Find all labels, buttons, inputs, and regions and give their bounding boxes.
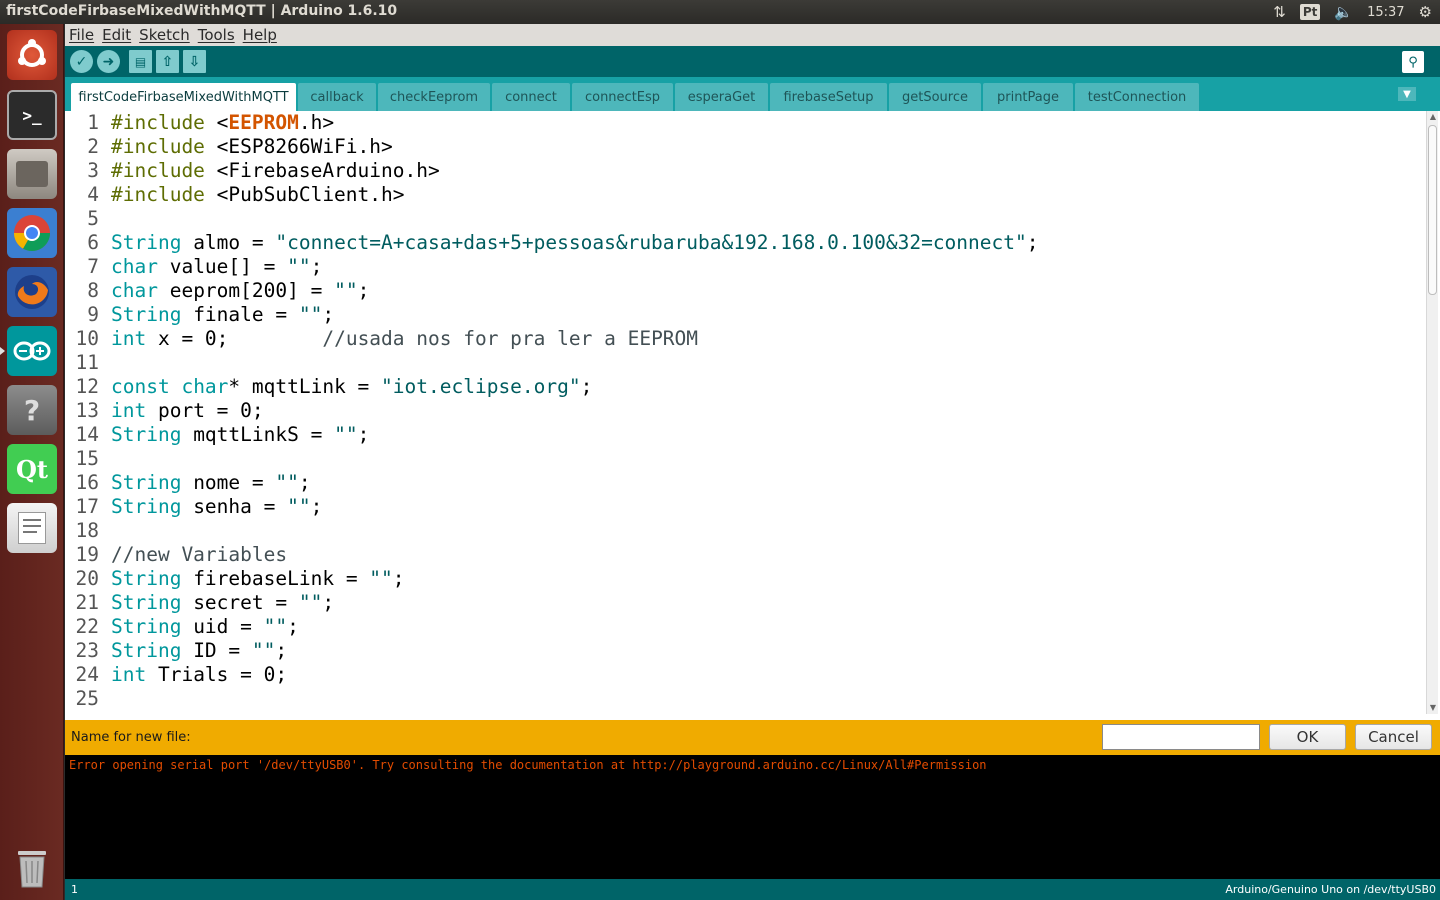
code-line: 17 String senha = ""; [75, 495, 323, 518]
menu-edit[interactable]: Edit [102, 26, 131, 44]
tab-checkEeprom[interactable]: checkEeprom [378, 83, 490, 111]
scroll-up-icon[interactable]: ▲ [1427, 111, 1439, 123]
tab-callback[interactable]: callback [298, 83, 376, 111]
arduino-icon[interactable] [7, 326, 57, 376]
code-line: 15 [75, 447, 99, 470]
code-line: 25 [75, 687, 99, 710]
menu-sketch[interactable]: Sketch [139, 26, 190, 44]
code-line: 10 int x = 0; //usada nos for pra ler a E… [75, 327, 699, 350]
scroll-down-icon[interactable]: ▼ [1427, 702, 1439, 714]
tab-menu-button[interactable]: ▼ [1398, 87, 1416, 101]
active-app-indicator [0, 347, 5, 355]
code-line: 23 String ID = ""; [75, 639, 288, 662]
system-top-bar: firstCodeFirbaseMixedWithMQTT | Arduino … [0, 0, 1440, 24]
upload-button[interactable]: ➜ [97, 50, 120, 73]
code-line: 9 String finale = ""; [87, 303, 335, 326]
new-file-label: Name for new file: [71, 730, 191, 745]
status-bar: 1 Arduino/Genuino Uno on /dev/ttyUSB0 [65, 879, 1440, 900]
menu-tools[interactable]: Tools [198, 26, 235, 44]
menu-help[interactable]: Help [243, 26, 277, 44]
open-sketch-button[interactable]: ⇧ [156, 50, 179, 73]
code-line: 7 char value[] = ""; [87, 255, 323, 278]
code-line: 21 String secret = ""; [75, 591, 335, 614]
code-line: 3 #include <FirebaseArduino.h> [87, 159, 440, 182]
tab-getSource[interactable]: getSource [889, 83, 981, 111]
terminal-icon[interactable]: >_ [7, 90, 57, 140]
tab-firstCodeFirbaseMixedWithMQTT[interactable]: firstCodeFirbaseMixedWithMQTT [71, 83, 296, 111]
settings-gear-icon[interactable]: ⚙ [1419, 3, 1432, 21]
code-line: 13 int port = 0; [75, 399, 264, 422]
arrow-right-icon: ➜ [102, 53, 115, 70]
qt-creator-icon[interactable]: Qt [7, 444, 57, 494]
console-output[interactable]: Error opening serial port '/dev/ttyUSB0'… [65, 755, 1440, 879]
new-sketch-button[interactable]: ▤ [129, 50, 152, 73]
verify-button[interactable]: ✓ [70, 50, 93, 73]
board-port-status: Arduino/Genuino Uno on /dev/ttyUSB0 [1225, 883, 1436, 896]
code-line: 12 const char* mqttLink = "iot.eclipse.or… [75, 375, 593, 398]
window-title: firstCodeFirbaseMixedWithMQTT | Arduino … [6, 3, 398, 19]
magnifier-icon: ⚲ [1408, 54, 1418, 70]
chevron-down-icon: ▼ [1403, 88, 1411, 100]
keyboard-layout-indicator[interactable]: Pt [1299, 4, 1321, 20]
serial-monitor-button[interactable]: ⚲ [1402, 51, 1424, 73]
sketch-tab-bar: firstCodeFirbaseMixedWithMQTT callback c… [65, 77, 1440, 111]
network-icon[interactable]: ⇅ [1273, 3, 1286, 21]
arduino-ide-window: File Edit Sketch Tools Help ✓ ➜ ▤ ⇧ ⇩ ⚲ … [65, 24, 1440, 900]
tab-esperaGet[interactable]: esperaGet [675, 83, 768, 111]
new-file-name-input[interactable] [1102, 724, 1260, 750]
files-icon[interactable] [7, 149, 57, 199]
new-file-prompt-bar: Name for new file: OK Cancel [65, 720, 1440, 755]
current-line-number: 1 [71, 883, 78, 896]
tab-connect[interactable]: connect [492, 83, 570, 111]
toolbar: ✓ ➜ ▤ ⇧ ⇩ ⚲ [65, 46, 1440, 77]
arrow-up-icon: ⇧ [161, 53, 174, 70]
code-line: 24 int Trials = 0; [75, 663, 288, 686]
tab-testConnection[interactable]: testConnection [1075, 83, 1199, 111]
code-line: 1 #include <EEPROM.h> [87, 111, 335, 134]
code-line: 8 char eeprom[200] = ""; [87, 279, 370, 302]
code-line: 19//new Variables [75, 543, 288, 566]
cancel-button[interactable]: Cancel [1355, 724, 1432, 750]
firefox-icon[interactable] [7, 267, 57, 317]
trash-icon[interactable] [7, 842, 57, 892]
code-line: 14 String mqttLinkS = ""; [75, 423, 370, 446]
code-editor[interactable]: 1 #include <EEPROM.h> 2 #include <ESP8266W… [65, 111, 1440, 720]
save-sketch-button[interactable]: ⇩ [183, 50, 206, 73]
code-line: 4 #include <PubSubClient.h> [87, 183, 405, 206]
editor-vertical-scrollbar[interactable]: ▲ ▼ [1426, 111, 1438, 714]
checkmark-icon: ✓ [75, 53, 88, 70]
volume-icon[interactable]: 🔈 [1334, 3, 1353, 21]
code-line: 22 String uid = ""; [75, 615, 299, 638]
code-line: 2 #include <ESP8266WiFi.h> [87, 135, 393, 158]
chrome-icon[interactable] [7, 208, 57, 258]
help-icon[interactable]: ? [7, 385, 57, 435]
tab-printPage[interactable]: printPage [983, 83, 1073, 111]
tab-firebaseSetup[interactable]: firebaseSetup [770, 83, 887, 111]
clock[interactable]: 15:37 [1367, 5, 1404, 20]
text-editor-icon[interactable] [7, 503, 57, 553]
code-line: 20 String firebaseLink = ""; [75, 567, 405, 590]
code-line: 18 [75, 519, 99, 542]
arrow-down-icon: ⇩ [188, 53, 201, 70]
code-line: 11 [75, 351, 99, 374]
console-error-message: Error opening serial port '/dev/ttyUSB0'… [69, 758, 987, 772]
code-line: 16 String nome = ""; [75, 471, 311, 494]
new-file-icon: ▤ [134, 54, 147, 69]
ubuntu-dash-icon[interactable] [7, 30, 57, 80]
code-line: 6 String almo = "connect=A+casa+das+5+pes… [87, 231, 1039, 254]
system-tray: ⇅ Pt 🔈 15:37 ⚙ [1273, 0, 1432, 24]
code-line: 5 [87, 207, 99, 230]
unity-launcher: >_ ? Qt [0, 24, 64, 900]
scrollbar-thumb[interactable] [1428, 125, 1437, 295]
menu-bar: File Edit Sketch Tools Help [65, 24, 1440, 46]
ok-button[interactable]: OK [1269, 724, 1346, 750]
menu-file[interactable]: File [69, 26, 94, 44]
tab-connectEsp[interactable]: connectEsp [572, 83, 673, 111]
